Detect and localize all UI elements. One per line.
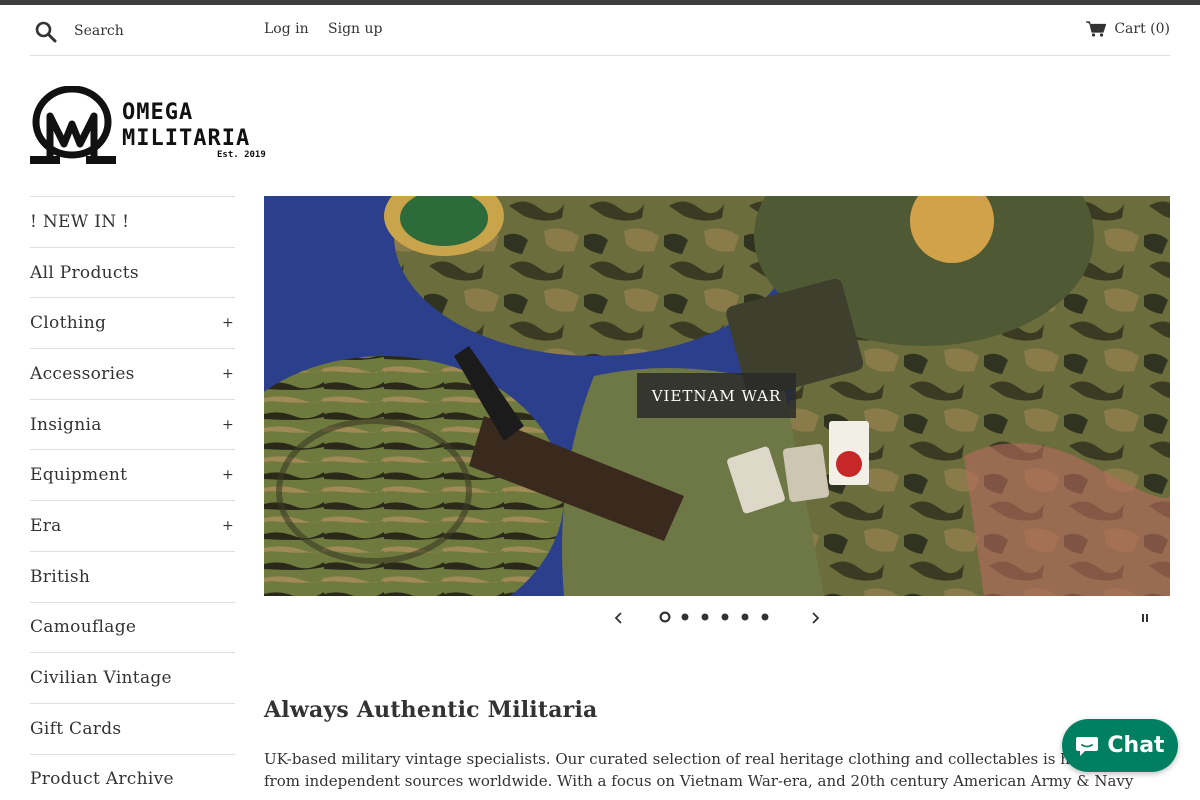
sidebar-item-label: Camouflage bbox=[30, 617, 137, 638]
sidebar-item-label: Clothing bbox=[30, 313, 107, 334]
sidebar-item[interactable]: Gift Cards bbox=[30, 702, 235, 754]
sidebar-item[interactable]: All Products bbox=[30, 246, 235, 298]
logo-text-omega: OMEGA bbox=[122, 100, 194, 125]
header: Log in Sign up Cart (0) bbox=[30, 5, 1170, 56]
chat-bubble-icon bbox=[1076, 736, 1099, 756]
sidebar-item-label: Equipment bbox=[30, 465, 128, 486]
sidebar-item-label: Accessories bbox=[30, 363, 135, 384]
site-logo[interactable]: OMEGA MILITARIA Est. 2019 bbox=[30, 86, 275, 166]
sidebar-item[interactable]: Era + bbox=[30, 500, 235, 551]
hero-slideshow[interactable]: VIETNAM WAR bbox=[264, 196, 1170, 596]
slide-dot[interactable] bbox=[701, 613, 709, 621]
chat-button[interactable]: Chat bbox=[1062, 719, 1178, 772]
sidebar-item-label: Insignia bbox=[30, 414, 102, 435]
logo-mark bbox=[30, 86, 116, 164]
search-icon[interactable] bbox=[35, 21, 57, 43]
expand-plus-icon[interactable]: + bbox=[222, 417, 234, 433]
signup-link[interactable]: Sign up bbox=[328, 21, 382, 37]
sidebar-item[interactable]: Accessories + bbox=[30, 348, 235, 399]
slide-dot[interactable] bbox=[681, 613, 689, 621]
sidebar-nav: ! NEW IN ! All Products Clothing + Accessori… bbox=[30, 196, 235, 800]
cart-label: Cart (0) bbox=[1114, 21, 1170, 37]
slide-dot[interactable] bbox=[741, 613, 749, 621]
sidebar-item-label: All Products bbox=[30, 262, 139, 283]
hero-cta-button[interactable]: VIETNAM WAR bbox=[637, 373, 796, 418]
section-description: UK-based military vintage specialists. O… bbox=[264, 750, 1154, 790]
slide-dots bbox=[659, 611, 770, 623]
logo-text-militaria: MILITARIA bbox=[122, 126, 251, 151]
search-input[interactable] bbox=[74, 18, 254, 44]
sidebar-item[interactable]: Camouflage bbox=[30, 601, 235, 653]
sidebar-item-label: Civilian Vintage bbox=[30, 668, 172, 689]
login-link[interactable]: Log in bbox=[264, 21, 309, 37]
section-heading: Always Authentic Militaria bbox=[264, 697, 598, 723]
sidebar-item-label: British bbox=[30, 566, 91, 587]
sidebar-item-label: Gift Cards bbox=[30, 718, 122, 739]
chevron-left-icon[interactable] bbox=[612, 611, 626, 625]
sidebar-item-label: ! NEW IN ! bbox=[30, 211, 130, 232]
slide-dot[interactable] bbox=[761, 613, 769, 621]
sidebar-item[interactable]: Product Archive bbox=[30, 753, 235, 800]
sidebar-item[interactable]: Clothing + bbox=[30, 297, 235, 348]
chat-label: Chat bbox=[1107, 733, 1165, 758]
cart-icon bbox=[1086, 21, 1107, 37]
slide-dot[interactable] bbox=[659, 611, 671, 623]
expand-plus-icon[interactable]: + bbox=[222, 467, 234, 483]
cart-link[interactable]: Cart (0) bbox=[1086, 21, 1170, 37]
pause-icon[interactable] bbox=[1140, 613, 1150, 623]
sidebar-item-label: Era bbox=[30, 515, 62, 536]
sidebar-item[interactable]: Civilian Vintage bbox=[30, 652, 235, 703]
slide-dot[interactable] bbox=[721, 613, 729, 621]
sidebar-item[interactable]: British bbox=[30, 550, 235, 602]
sidebar-item[interactable]: ! NEW IN ! bbox=[30, 196, 235, 247]
slideshow-controls bbox=[264, 604, 1170, 632]
sidebar-item[interactable]: Equipment + bbox=[30, 449, 235, 500]
expand-plus-icon[interactable]: + bbox=[222, 315, 234, 331]
expand-plus-icon[interactable]: + bbox=[222, 518, 234, 534]
sidebar-item-label: Product Archive bbox=[30, 769, 174, 790]
sidebar-item[interactable]: Insignia + bbox=[30, 398, 235, 450]
logo-established: Est. 2019 bbox=[217, 150, 266, 160]
chevron-right-icon[interactable] bbox=[808, 611, 822, 625]
expand-plus-icon[interactable]: + bbox=[222, 366, 234, 382]
